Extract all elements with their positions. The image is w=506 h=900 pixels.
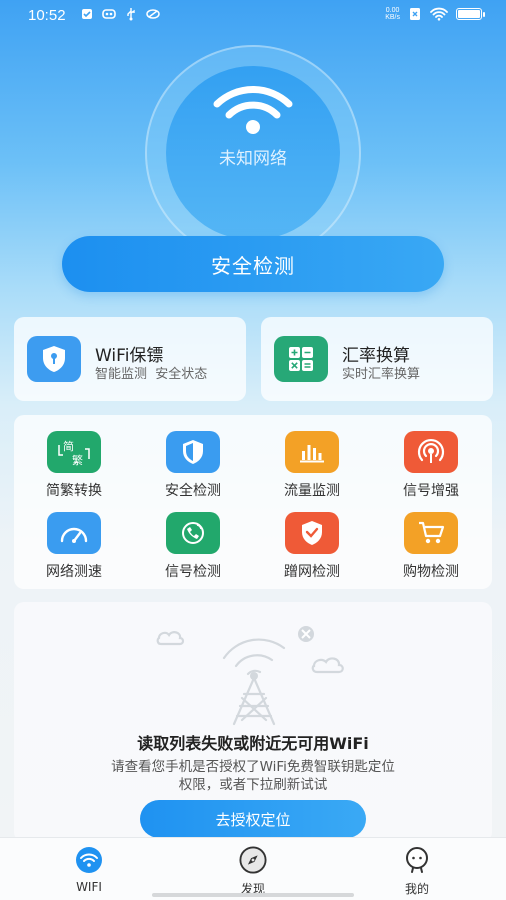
app-notification-icon: [102, 9, 116, 19]
exchange-rate-card[interactable]: 汇率换算 实时汇率换算: [261, 317, 493, 401]
net-speed: 0.00 KB/s: [385, 7, 400, 21]
signal-broadcast-icon: [404, 431, 458, 473]
tool-label: 蹭网检测: [284, 564, 340, 580]
tool-shopping-check[interactable]: 购物检测: [376, 512, 486, 581]
tool-simplified-traditional[interactable]: 简繁 简繁转换: [19, 431, 129, 500]
empty-title: 读取列表失败或附近无可用WiFi: [137, 734, 369, 753]
bar-chart-icon: [285, 431, 339, 473]
shield-icon: [166, 431, 220, 473]
tool-label: 信号检测: [165, 564, 221, 580]
status-time: 10:52: [28, 7, 66, 24]
shopping-cart-icon: [404, 512, 458, 554]
notification-icon: [82, 9, 92, 19]
tool-label: 信号增强: [403, 483, 459, 499]
svg-text:繁: 繁: [72, 453, 83, 467]
tools-grid: 简繁 简繁转换 安全检测 流量监测 信号增强 网络测速 信号检测 蹭网检测 购物…: [14, 415, 492, 589]
satellite-icon: [166, 512, 220, 554]
network-name: 未知网络: [219, 149, 287, 169]
home-indicator: [152, 893, 354, 897]
tool-traffic-monitor[interactable]: 流量监测: [257, 431, 367, 500]
tool-label: 安全检测: [165, 483, 221, 499]
speedometer-icon: [47, 512, 101, 554]
tab-discover[interactable]: 发现: [213, 846, 293, 897]
tool-label: 购物检测: [403, 564, 459, 580]
wifi-icon: [213, 86, 293, 134]
card-subtitle: 实时汇率换算: [342, 367, 421, 382]
simplified-traditional-icon: 简繁: [47, 431, 101, 473]
status-bar: 10:52 0.00 KB/s: [0, 0, 506, 32]
tab-label: WIFI: [76, 880, 102, 894]
security-check-button[interactable]: 安全检测: [62, 236, 444, 292]
svg-text:简: 简: [63, 439, 74, 453]
empty-message: 请查看您手机是否授权了WiFi免费智联钥匙定位权限，或者下拉刷新试试: [111, 759, 395, 793]
calculator-icon: [274, 336, 328, 382]
authorize-location-button[interactable]: 去授权定位: [140, 800, 366, 838]
usb-icon: [127, 8, 135, 21]
wifi-guard-card[interactable]: WiFi保镖 智能监测 安全状态: [14, 317, 246, 401]
sim-icon: [410, 8, 420, 20]
card-subtitle: 智能监测 安全状态: [95, 367, 208, 382]
shield-lock-icon: [27, 336, 81, 382]
compass-icon: [239, 846, 267, 874]
tool-label: 简繁转换: [46, 483, 102, 499]
tool-freeloader-check[interactable]: 蹭网检测: [257, 512, 367, 581]
tab-label: 我的: [404, 882, 429, 896]
sync-icon: [146, 9, 160, 19]
wifi-status-icon: [430, 7, 448, 21]
tool-label: 网络测速: [46, 564, 102, 580]
tool-signal-check[interactable]: 信号检测: [138, 512, 248, 581]
tool-label: 流量监测: [284, 483, 340, 499]
battery-icon: [456, 8, 485, 20]
tool-security-check[interactable]: 安全检测: [138, 431, 248, 500]
bottom-tab-bar: WIFI 发现 我的: [0, 837, 506, 900]
wifi-icon: [75, 846, 103, 874]
user-icon: [403, 846, 431, 874]
signal-tower-illustration: [156, 626, 344, 726]
tab-wifi[interactable]: WIFI: [49, 846, 129, 894]
tab-mine[interactable]: 我的: [377, 846, 457, 897]
tool-speed-test[interactable]: 网络测速: [19, 512, 129, 581]
shield-check-icon: [285, 512, 339, 554]
tool-signal-boost[interactable]: 信号增强: [376, 431, 486, 500]
